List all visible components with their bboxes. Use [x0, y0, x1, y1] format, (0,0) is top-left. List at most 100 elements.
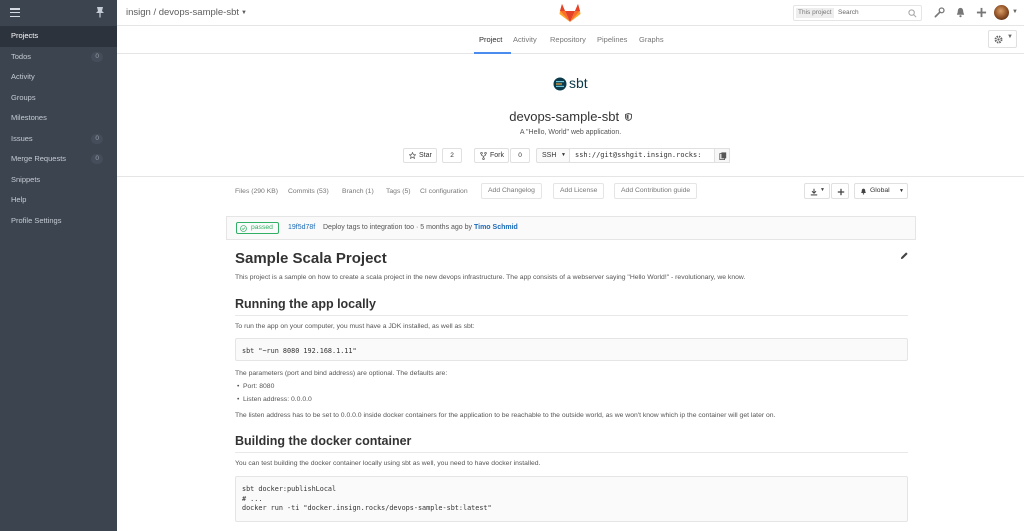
last-commit-bar: passed 19f5d78f Deploy tags to integrati…	[226, 216, 916, 240]
sidebar-item-label: Todos	[11, 51, 32, 61]
commits-link[interactable]: Commits (53)	[288, 188, 329, 195]
heading-underline	[235, 315, 908, 316]
merge-requests-count-badge: 0	[91, 154, 103, 164]
sidebar-item-groups[interactable]: Groups	[0, 88, 117, 109]
tags-link[interactable]: Tags (5)	[386, 188, 411, 195]
user-avatar[interactable]	[994, 5, 1009, 20]
commit-sha-link[interactable]: 19f5d78f	[288, 224, 315, 231]
sidebar-item-snippets[interactable]: Snippets	[0, 170, 117, 191]
sidebar-item-label: Groups	[11, 92, 36, 102]
commit-message-text: Deploy tags to integration too · 5 month…	[323, 224, 474, 231]
add-contribution-guide-button[interactable]: Add Contribution guide	[614, 183, 698, 199]
notification-level-dropdown[interactable]: Global ▼	[854, 183, 908, 199]
star-button[interactable]: Star	[403, 148, 437, 163]
commit-message: Deploy tags to integration too · 5 month…	[323, 224, 518, 231]
pencil-icon[interactable]	[900, 251, 909, 260]
search-icon	[908, 9, 917, 18]
search-box[interactable]: This project Search	[793, 5, 922, 21]
project-stats-bar: Files (290 KB) Commits (53) Branch (1) T…	[117, 182, 1024, 202]
breadcrumb-text: insign / devops-sample-sbt	[126, 7, 239, 18]
code-line: sbt docker:publishLocal	[242, 485, 337, 493]
branch-link[interactable]: Branch (1)	[342, 188, 374, 195]
commit-author-link[interactable]: Timo Schmid	[474, 224, 518, 231]
tab-activity[interactable]: Activity	[513, 35, 537, 44]
plus-icon	[837, 188, 844, 195]
download-button[interactable]: ▼	[804, 183, 830, 199]
tab-pipelines[interactable]: Pipelines	[597, 35, 627, 44]
sidebar-item-label: Profile Settings	[11, 215, 62, 225]
files-link[interactable]: Files (290 KB)	[235, 188, 278, 195]
search-input[interactable]: Search	[838, 9, 859, 16]
chevron-down-icon: ▼	[1007, 34, 1013, 40]
search-scope-label: This project	[796, 8, 834, 18]
star-count[interactable]: 2	[442, 148, 462, 163]
readme-intro: This project is a sample on how to creat…	[235, 274, 746, 281]
params-text: The parameters (port and bind address) a…	[235, 370, 448, 377]
add-license-button[interactable]: Add License	[553, 183, 605, 199]
breadcrumb[interactable]: insign / devops-sample-sbt ▼	[126, 7, 247, 18]
project-logo-text: sbt	[569, 75, 588, 91]
project-name: devops-sample-sbt	[509, 109, 620, 124]
pipeline-status-badge[interactable]: passed	[236, 222, 279, 234]
chevron-down-icon: ▼	[820, 187, 825, 193]
gear-icon	[994, 35, 1003, 44]
project-description: A "Hello, World" web application.	[519, 129, 622, 136]
project-settings-button[interactable]: ▼	[988, 30, 1017, 48]
readme-title: Sample Scala Project	[235, 250, 387, 267]
code-line: # ...	[242, 494, 263, 503]
check-circle-icon	[240, 224, 247, 232]
list-item: Listen address: 0.0.0.0	[237, 396, 312, 403]
download-icon	[810, 188, 818, 195]
tab-graphs[interactable]: Graphs	[639, 35, 664, 44]
copy-to-clipboard-button[interactable]	[714, 148, 730, 163]
gitlab-logo-icon[interactable]	[559, 3, 581, 23]
clone-url-input[interactable]: ssh://git@sshgit.insign.rocks:	[569, 148, 715, 163]
star-icon	[409, 152, 416, 159]
sidebar-item-issues[interactable]: Issues 0	[0, 129, 117, 150]
sidebar-item-label: Issues	[11, 133, 33, 143]
code-line: sbt "~run 8080 192.168.1.11"	[242, 347, 357, 355]
bell-icon[interactable]	[955, 7, 966, 18]
header-divider	[117, 176, 1024, 177]
tab-repository[interactable]: Repository	[550, 35, 586, 44]
add-new-button[interactable]	[831, 183, 849, 199]
sidebar-item-merge-requests[interactable]: Merge Requests 0	[0, 149, 117, 170]
sidebar: Projects Todos 0 Activity Groups Mileston…	[0, 0, 117, 531]
project-title: devops-sample-sbt	[117, 109, 1024, 124]
chevron-down-icon: ▼	[561, 152, 566, 158]
chevron-down-icon: ▼	[899, 188, 904, 194]
add-changelog-button[interactable]: Add Changelog	[481, 183, 542, 199]
notification-level-label: Global	[870, 187, 890, 194]
heading-running-locally: Running the app locally	[235, 297, 376, 311]
sidebar-item-projects[interactable]: Projects	[0, 26, 117, 47]
sidebar-item-todos[interactable]: Todos 0	[0, 47, 117, 68]
project-header: sbt devops-sample-sbt A "Hello, World" w…	[117, 55, 1024, 177]
todos-count-badge: 0	[91, 51, 103, 62]
top-header: insign / devops-sample-sbt ▼ This project…	[117, 0, 1024, 26]
sidebar-item-label: Snippets	[11, 174, 41, 184]
fork-count[interactable]: 0	[510, 148, 530, 163]
clipboard-icon	[718, 152, 726, 160]
sidebar-item-label: Activity	[11, 72, 35, 81]
code-block-docker: sbt docker:publishLocal # ... docker run…	[235, 476, 908, 522]
hamburger-menu-icon[interactable]	[10, 8, 20, 19]
plus-icon[interactable]	[976, 7, 987, 18]
chevron-down-icon[interactable]: ▼	[1012, 9, 1018, 15]
ci-configuration-link[interactable]: CI configuration	[420, 188, 468, 195]
list-item: Port: 8080	[237, 383, 274, 390]
fork-button[interactable]: Fork	[474, 148, 509, 163]
sidebar-item-milestones[interactable]: Milestones	[0, 108, 117, 129]
project-subnav: Project Activity Repository Pipelines Gr…	[117, 26, 1024, 54]
chevron-down-icon: ▼	[241, 10, 247, 16]
sidebar-item-activity[interactable]: Activity	[0, 67, 117, 88]
pipeline-status-text: passed	[251, 224, 273, 231]
heading-underline	[235, 452, 908, 453]
clone-protocol-dropdown[interactable]: SSH ▼	[536, 148, 570, 163]
sidebar-item-help[interactable]: Help	[0, 190, 117, 211]
listen-address-text: The listen address has to be set to 0.0.…	[235, 412, 776, 419]
pin-icon[interactable]	[95, 6, 105, 18]
tab-project[interactable]: Project	[479, 35, 502, 44]
wrench-icon[interactable]	[934, 7, 945, 18]
sidebar-header	[0, 0, 117, 26]
sidebar-item-profile-settings[interactable]: Profile Settings	[0, 211, 117, 232]
